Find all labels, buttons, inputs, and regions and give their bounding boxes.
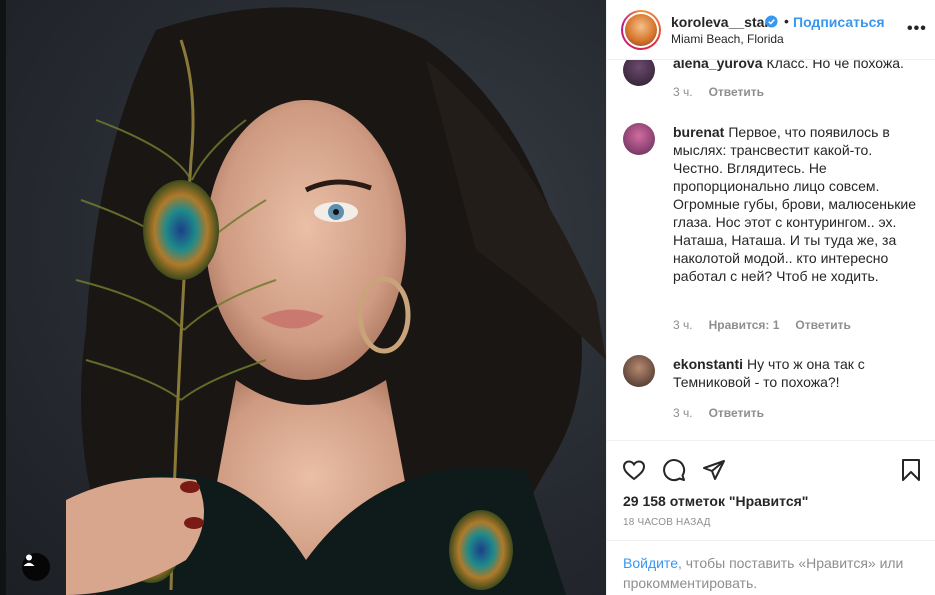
comments-list[interactable]: alena_yurova Класс. Но чё похожа. 3 ч. Отв… — [607, 60, 935, 440]
follow-button[interactable]: Подписаться — [793, 14, 885, 30]
reply-button[interactable]: Ответить — [795, 318, 850, 332]
comment-body: Класс. Но чё похожа. — [766, 60, 904, 71]
login-prompt: Войдите, чтобы поставить «Нравится» или … — [607, 540, 935, 595]
header-separator: • — [784, 13, 789, 29]
comment-time: 3 ч. — [673, 318, 693, 332]
comment-likes-count[interactable]: Нравится: 1 — [709, 318, 780, 332]
save-button[interactable] — [898, 457, 924, 483]
comment-time: 3 ч. — [673, 406, 693, 420]
post-header: koroleva__star • Подписаться Miami Beach… — [607, 0, 935, 60]
comment-meta: 3 ч. Ответить — [673, 85, 780, 99]
more-options-icon[interactable]: ••• — [907, 20, 927, 38]
commenter-avatar[interactable] — [623, 123, 655, 155]
post-location[interactable]: Miami Beach, Florida — [671, 32, 784, 46]
reply-button[interactable]: Ответить — [709, 406, 764, 420]
user-tag-icon — [23, 554, 35, 566]
heart-icon — [622, 460, 646, 481]
post-image-illustration — [66, 7, 606, 595]
like-button[interactable] — [621, 457, 647, 483]
user-tag-button[interactable] — [22, 553, 50, 581]
comment-icon — [663, 459, 686, 482]
comment-button[interactable] — [661, 457, 687, 483]
likes-count[interactable]: 29 158 отметок "Нравится" — [623, 493, 808, 509]
action-icons-row — [621, 457, 727, 485]
share-button[interactable] — [701, 457, 727, 483]
author-username[interactable]: koroleva__star — [671, 14, 770, 30]
comment-meta: 3 ч. Нравится: 1 Ответить — [673, 318, 867, 332]
post-photo[interactable] — [0, 0, 606, 595]
commenter-avatar[interactable] — [623, 355, 655, 387]
post-side-panel: koroleva__star • Подписаться Miami Beach… — [606, 0, 935, 595]
comment-text: ekonstanti Ну что ж она так с Темниковой … — [673, 355, 925, 391]
post-actions-section: 29 158 отметок "Нравится" 18 часов назад… — [607, 440, 935, 595]
bookmark-icon — [902, 459, 920, 481]
comment-time: 3 ч. — [673, 85, 693, 99]
verified-badge-icon — [765, 15, 778, 28]
comment-meta: 3 ч. Ответить — [673, 406, 780, 420]
comment-text: burenat Первое, что появилось в мыслях: т… — [673, 123, 925, 285]
commenter-username[interactable]: burenat — [673, 124, 724, 140]
post-time[interactable]: 18 часов назад — [623, 517, 711, 528]
commenter-avatar[interactable] — [623, 60, 655, 86]
reply-button[interactable]: Ответить — [709, 85, 764, 99]
commenter-username[interactable]: ekonstanti — [673, 356, 743, 372]
comment-text: alena_yurova Класс. Но чё похожа. — [673, 60, 925, 72]
commenter-username[interactable]: alena_yurova — [673, 60, 763, 71]
comment-body: Первое, что появилось в мыслях: трансвес… — [673, 124, 917, 284]
login-link[interactable]: Войдите — [623, 555, 678, 571]
share-icon — [703, 460, 725, 480]
author-avatar[interactable] — [621, 10, 661, 50]
